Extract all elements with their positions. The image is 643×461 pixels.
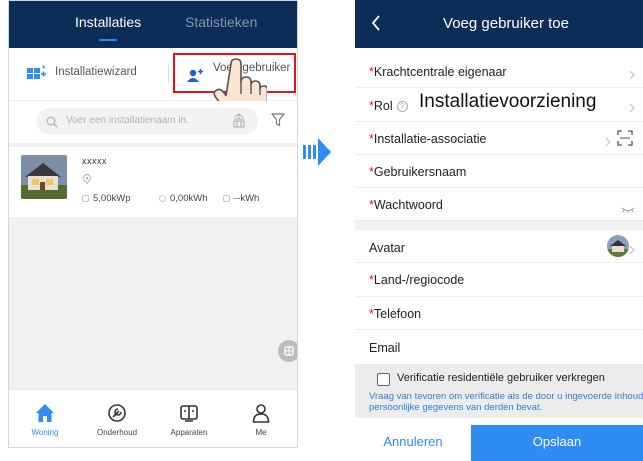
association-label: *Installatie-associatie [369,132,486,146]
search-input[interactable]: Voer een installatienaam in. [36,108,258,134]
left-phone-screen: Installaties Statistieken Installatiewiz… [8,0,298,448]
country-code-label: *Land-/regiocode [369,273,464,287]
nav-item-onderhoud[interactable]: Onderhoud [81,390,153,447]
plant-yield-value: --kWh [234,193,260,204]
floating-action-button[interactable] [278,340,297,362]
left-header: Installaties Statistieken [9,1,297,48]
password-label: *Wachtwoord [369,198,443,212]
role-field[interactable]: *Rol? Installatievoorziening [355,88,643,122]
house-thumbnail [21,155,67,199]
help-icon[interactable]: ? [396,101,408,112]
action-divider [168,65,169,83]
association-field[interactable]: *Installatie-associatie [355,122,643,155]
capacity-icon [82,195,89,202]
owner-label-text: Krachtcentrale eigenaar [373,65,507,79]
grid-icon [284,346,294,356]
tab-statistieken[interactable]: Statistieken [185,14,257,30]
plant-capacity: 5,00kWp [82,193,131,204]
nav-item-woning[interactable]: Woning [9,390,81,447]
country-code-label-text: Land-/regiocode [373,273,465,287]
avatar [607,235,629,257]
plant-energy: 0,00kWh [159,193,208,204]
username-label: *Gebruikersnaam [369,165,466,179]
chevron-right-icon [629,100,635,118]
verification-checkbox[interactable] [377,373,390,386]
avatar-label: Avatar [369,241,405,255]
owner-field[interactable]: *Krachtcentrale eigenaar [355,57,643,88]
cancel-button[interactable]: Annuleren [355,425,471,461]
section-divider [355,221,643,230]
username-label-text: Gebruikersnaam [373,165,467,179]
phone-field[interactable]: *Telefoon [355,297,643,330]
chevron-right-icon [629,242,635,260]
save-button[interactable]: Opslaan [471,425,643,461]
role-value: Installatievoorziening [419,91,597,112]
page-title: Voeg gebruiker toe [443,15,569,32]
home-icon [36,404,54,422]
search-icon [46,115,58,133]
nav-label-onderhoud: Onderhoud [96,428,138,437]
username-field[interactable]: *Gebruikersnaam [355,155,643,188]
avatar-field[interactable]: Avatar [355,230,643,263]
energy-icon [159,195,166,202]
email-field[interactable]: Email [355,330,643,364]
nav-label-me: Me [255,428,267,437]
plant-energy-value: 0,00kWh [170,193,208,204]
wizard-icon[interactable] [27,65,47,86]
scan-icon[interactable] [232,113,246,134]
bottom-navigation: Woning Onderhoud Apparaten Me [9,389,297,447]
verification-note: Vraag van tevoren om verificatie als de … [369,391,643,413]
yield-icon [223,195,230,202]
role-label: *Rol? [369,99,408,113]
location-pin-icon [83,171,91,189]
owner-label: *Krachtcentrale eigenaar [369,65,507,79]
hidden-eye-icon[interactable] [621,201,635,219]
search-row: Voer een installatienaam in. [9,101,297,143]
filter-icon[interactable] [271,113,285,132]
person-icon [252,404,270,423]
verification-label[interactable]: Verificatie residentiële gebruiker verkr… [397,372,605,384]
maintenance-icon [108,404,126,422]
email-label: Email [369,341,401,355]
nav-item-me[interactable]: Me [225,390,297,447]
association-label-text: Installatie-associatie [373,132,487,146]
chevron-right-icon [605,134,611,152]
devices-icon [180,405,198,422]
plant-yield: --kWh [223,193,259,204]
right-phone-screen: Voeg gebruiker toe *Krachtcentrale eigen… [355,0,643,461]
plant-name: xxxxx [82,156,107,166]
active-tab-indicator [99,39,117,41]
installation-wizard-button[interactable]: Installatiewizard [55,66,137,78]
password-field[interactable]: *Wachtwoord [355,188,643,221]
bottom-actions: Annuleren Opslaan [355,425,643,461]
phone-label-text: Telefoon [373,307,422,321]
country-code-field[interactable]: *Land-/regiocode [355,263,643,297]
plant-capacity-value: 5,00kWp [93,193,131,204]
nav-label-apparaten: Apparaten [170,428,208,437]
add-user-header: Voeg gebruiker toe [355,0,643,48]
scan-bracket-icon[interactable] [617,130,633,151]
phone-label: *Telefoon [369,307,421,321]
chevron-right-icon [629,67,635,85]
role-label-text: Rol [373,99,393,113]
verification-section: Verificatie residentiële gebruiker verkr… [355,364,643,418]
plant-list-item[interactable]: xxxxx 5,00kWp 0,00kWh --kWh [9,147,297,217]
nav-label-woning: Woning [31,428,59,437]
search-placeholder: Voer een installatienaam in. [66,115,189,126]
nav-item-apparaten[interactable]: Apparaten [153,390,225,447]
tab-installaties[interactable]: Installaties [75,14,141,30]
transition-arrow [303,138,349,171]
password-label-text: Wachtwoord [373,198,443,212]
add-user-icon [187,69,203,88]
